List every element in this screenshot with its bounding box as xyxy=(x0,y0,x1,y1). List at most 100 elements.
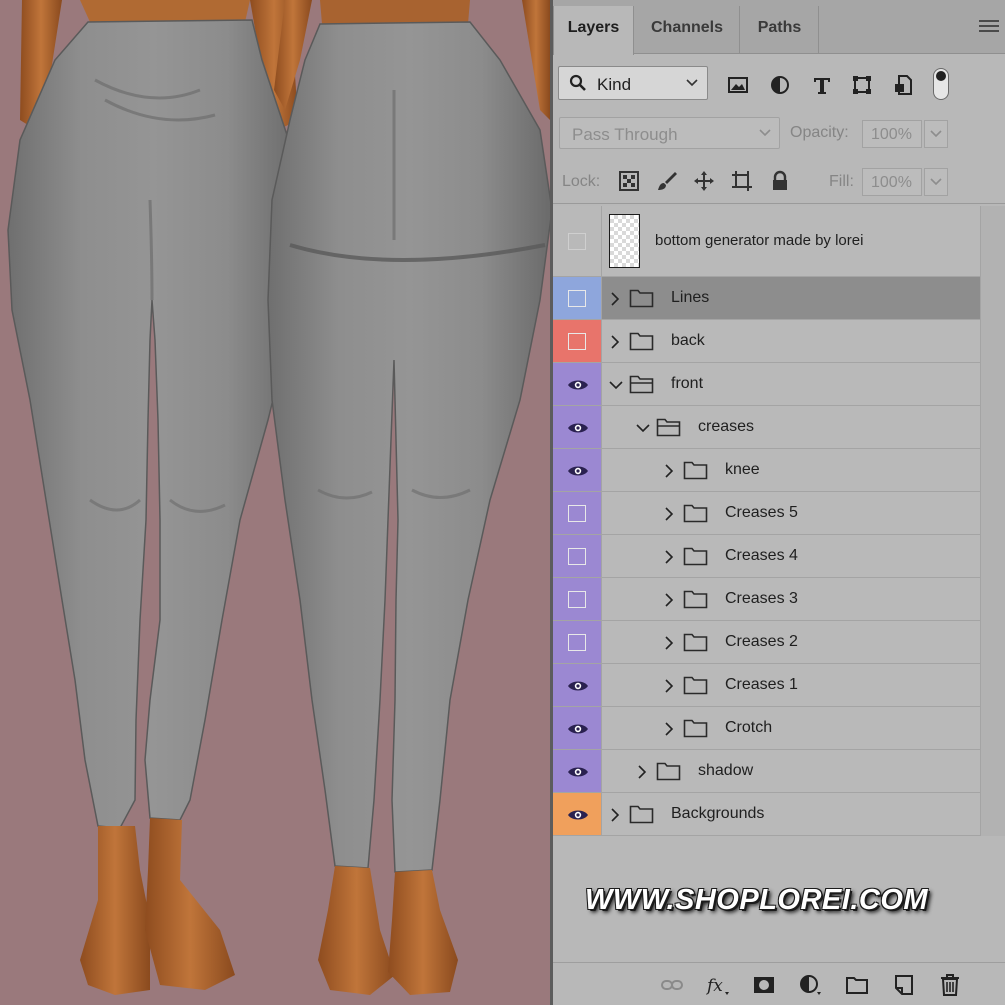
hidden-visibility-box xyxy=(568,505,586,522)
visibility-toggle[interactable] xyxy=(553,206,602,276)
visibility-toggle[interactable] xyxy=(553,320,602,362)
fill-dropdown[interactable] xyxy=(924,168,948,196)
layer-row-crotch[interactable]: Crotch xyxy=(553,707,980,750)
folder-icon xyxy=(656,418,681,437)
image-filter-icon[interactable] xyxy=(726,73,750,97)
eye-icon xyxy=(568,724,588,734)
eye-icon xyxy=(568,767,588,777)
chevron-down-icon[interactable] xyxy=(609,381,623,390)
visibility-toggle[interactable] xyxy=(553,707,602,749)
layer-row-creases-3[interactable]: Creases 3 xyxy=(553,578,980,621)
chevron-right-icon[interactable] xyxy=(665,679,674,693)
chevron-right-icon[interactable] xyxy=(665,593,674,607)
layer-list-scrollbar[interactable] xyxy=(980,206,1005,836)
chevron-down-icon[interactable] xyxy=(636,424,650,433)
layer-thumbnail xyxy=(609,214,640,268)
layer-row-creases[interactable]: creases xyxy=(553,406,980,449)
visibility-toggle[interactable] xyxy=(553,277,602,319)
panel-tab-bar: Layers Channels Paths xyxy=(553,0,1005,55)
blend-mode-value: Pass Through xyxy=(572,125,678,144)
delete-layer-icon[interactable] xyxy=(938,973,962,997)
folder-icon xyxy=(629,375,654,394)
adjustment-filter-icon[interactable] xyxy=(768,73,792,97)
layer-row-creases-5[interactable]: Creases 5 xyxy=(553,492,980,535)
layer-row-creases-4[interactable]: Creases 4 xyxy=(553,535,980,578)
tab-channels[interactable]: Channels xyxy=(635,6,740,54)
opacity-dropdown[interactable] xyxy=(924,120,948,148)
visibility-toggle[interactable] xyxy=(553,793,602,835)
chevron-right-icon[interactable] xyxy=(611,292,620,306)
layer-name: Creases 5 xyxy=(725,504,798,521)
panel-menu-icon[interactable] xyxy=(979,20,999,36)
layer-row-knee[interactable]: knee xyxy=(553,449,980,492)
tab-paths[interactable]: Paths xyxy=(741,6,819,54)
hidden-visibility-box xyxy=(568,548,586,565)
eye-icon xyxy=(568,423,588,433)
chevron-right-icon[interactable] xyxy=(665,636,674,650)
link-layers-icon[interactable] xyxy=(660,973,684,997)
lock-artboard-icon[interactable] xyxy=(731,170,753,192)
chevron-down-icon xyxy=(759,129,771,137)
fx-icon[interactable]: fx xyxy=(706,973,730,997)
layer-name: shadow xyxy=(698,762,754,779)
hidden-visibility-box xyxy=(568,333,586,350)
opacity-field[interactable]: 100% xyxy=(862,120,922,148)
layer-name: knee xyxy=(725,461,760,478)
visibility-toggle[interactable] xyxy=(553,449,602,491)
visibility-toggle[interactable] xyxy=(553,621,602,663)
lock-all-icon[interactable] xyxy=(769,170,791,192)
layer-row-shadow[interactable]: shadow xyxy=(553,750,980,793)
filter-toggle[interactable] xyxy=(933,68,949,100)
blend-mode-select[interactable]: Pass Through xyxy=(559,117,780,149)
chevron-right-icon[interactable] xyxy=(665,722,674,736)
folder-icon xyxy=(629,289,654,308)
layer-name: back xyxy=(671,332,705,349)
layer-name: front xyxy=(671,375,704,392)
leggings-preview-image xyxy=(7,0,550,995)
layer-row-creases-2[interactable]: Creases 2 xyxy=(553,621,980,664)
layer-row-lines[interactable]: Lines xyxy=(553,277,980,320)
layer-row-backgrounds[interactable]: Backgrounds xyxy=(553,793,980,836)
lock-position-icon[interactable] xyxy=(693,170,715,192)
filter-kind-select[interactable]: Kind xyxy=(558,66,708,100)
folder-icon xyxy=(656,762,681,781)
layer-row-creases-1[interactable]: Creases 1 xyxy=(553,664,980,707)
lock-paint-icon[interactable] xyxy=(656,170,678,192)
layer-name: creases xyxy=(698,418,755,435)
layer-name: Creases 2 xyxy=(725,633,798,650)
type-filter-icon[interactable] xyxy=(810,73,834,97)
chevron-right-icon[interactable] xyxy=(611,808,620,822)
visibility-toggle[interactable] xyxy=(553,535,602,577)
add-mask-icon[interactable] xyxy=(752,973,776,997)
opacity-label: Opacity: xyxy=(790,124,849,141)
layer-row-back[interactable]: back xyxy=(553,320,980,363)
layer-name: Creases 1 xyxy=(725,676,798,693)
shape-filter-icon[interactable] xyxy=(850,73,874,97)
fill-field[interactable]: 100% xyxy=(862,168,922,196)
blend-row: Pass Through Opacity: 100% xyxy=(553,114,1005,154)
search-icon xyxy=(569,74,586,91)
layer-name: Backgrounds xyxy=(671,805,765,822)
visibility-toggle[interactable] xyxy=(553,750,602,792)
chevron-right-icon[interactable] xyxy=(665,464,674,478)
lock-label: Lock: xyxy=(562,173,601,190)
visibility-toggle[interactable] xyxy=(553,578,602,620)
visibility-toggle[interactable] xyxy=(553,363,602,405)
visibility-toggle[interactable] xyxy=(553,406,602,448)
visibility-toggle[interactable] xyxy=(553,664,602,706)
chevron-right-icon[interactable] xyxy=(665,507,674,521)
watermark-text: WWW.SHOPLOREI.COM xyxy=(585,884,929,916)
new-group-icon[interactable] xyxy=(845,973,869,997)
folder-icon xyxy=(683,676,708,695)
chevron-right-icon[interactable] xyxy=(665,550,674,564)
new-adjustment-icon[interactable] xyxy=(798,973,822,997)
smart-object-filter-icon[interactable] xyxy=(892,73,916,97)
layer-row-front[interactable]: front xyxy=(553,363,980,406)
new-layer-icon[interactable] xyxy=(892,973,916,997)
chevron-right-icon[interactable] xyxy=(611,335,620,349)
tab-layers[interactable]: Layers xyxy=(553,6,634,55)
visibility-toggle[interactable] xyxy=(553,492,602,534)
chevron-right-icon[interactable] xyxy=(638,765,647,779)
lock-transparent-icon[interactable] xyxy=(618,170,640,192)
layer-row-bottom-generator-made-by-lorei[interactable]: bottom generator made by lorei xyxy=(553,206,980,277)
